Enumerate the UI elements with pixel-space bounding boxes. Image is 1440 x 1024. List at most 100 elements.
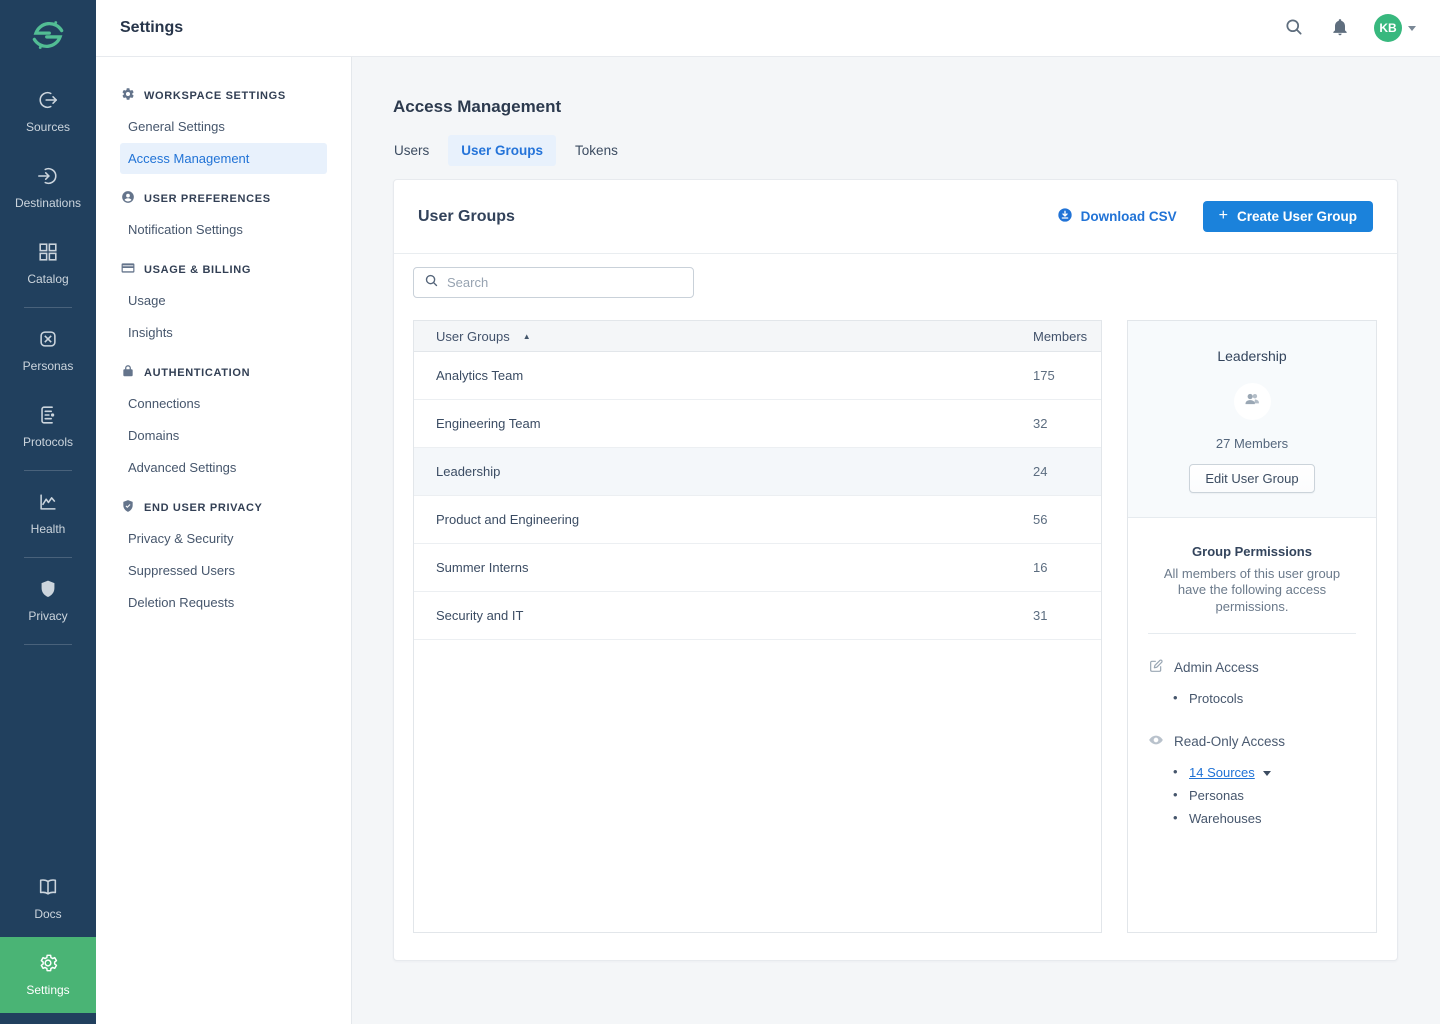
- nav-section-header: Authentication: [120, 364, 327, 387]
- group-detail-summary: Leadership: [1128, 321, 1376, 518]
- sidebar-bottom-pad: [0, 1013, 96, 1024]
- nav-item-notification-settings[interactable]: Notification Settings: [120, 214, 327, 245]
- table-row[interactable]: Engineering Team 32: [414, 400, 1101, 448]
- nav-section-title: Workspace Settings: [144, 90, 286, 102]
- members-count-cell: 31: [1029, 608, 1101, 623]
- notifications-button[interactable]: [1328, 15, 1352, 42]
- shield-icon: [121, 499, 135, 516]
- nav-item-access-management[interactable]: Access Management: [120, 143, 327, 174]
- settings-gear-icon: [37, 952, 59, 974]
- download-icon: [1057, 207, 1073, 226]
- edit-user-group-button[interactable]: Edit User Group: [1189, 464, 1314, 493]
- group-name-cell: Summer Interns: [414, 560, 1029, 575]
- nav-section-title: Authentication: [144, 367, 250, 379]
- table-row-selected[interactable]: Leadership 24: [414, 448, 1101, 496]
- members-count-cell: 16: [1029, 560, 1101, 575]
- nav-section-end-user-privacy: End User Privacy Privacy & Security Supp…: [120, 499, 327, 618]
- column-header-members: Members: [1029, 329, 1101, 344]
- permissions-description: All members of this user group have the …: [1148, 566, 1356, 615]
- table-row[interactable]: Analytics Team 175: [414, 352, 1101, 400]
- sidebar-divider: [24, 470, 72, 471]
- table-row[interactable]: Summer Interns 16: [414, 544, 1101, 592]
- nav-section-title: End User Privacy: [144, 502, 263, 514]
- nav-item-domains[interactable]: Domains: [120, 420, 327, 451]
- column-header-user-groups[interactable]: User Groups ▲: [414, 329, 1029, 344]
- eye-icon: [1148, 732, 1164, 751]
- sidebar-divider: [24, 644, 72, 645]
- account-menu[interactable]: KB: [1374, 14, 1416, 42]
- sidebar-item-personas[interactable]: Personas: [0, 313, 96, 389]
- nav-item-advanced-settings[interactable]: Advanced Settings: [120, 452, 327, 483]
- nav-section-authentication: Authentication Connections Domains Advan…: [120, 364, 327, 483]
- read-only-access-header: Read-Only Access: [1148, 732, 1356, 751]
- tab-tokens[interactable]: Tokens: [562, 135, 631, 166]
- nav-item-privacy-security[interactable]: Privacy & Security: [120, 523, 327, 554]
- members-count-cell: 56: [1029, 512, 1101, 527]
- sidebar-divider: [24, 307, 72, 308]
- search-icon: [1284, 17, 1304, 40]
- tab-users[interactable]: Users: [381, 135, 442, 166]
- content-row: Workspace Settings General Settings Acce…: [96, 57, 1440, 1024]
- app-window: Sources Destinations Catalog: [0, 0, 1440, 1024]
- sidebar-item-label: Docs: [34, 907, 61, 921]
- card-title: User Groups: [418, 208, 515, 226]
- members-count-cell: 175: [1029, 368, 1101, 383]
- search-box: [413, 267, 694, 298]
- segment-logo[interactable]: [0, 0, 96, 74]
- members-count-cell: 24: [1029, 464, 1101, 479]
- card-body: User Groups ▲ Members Analytics Team 175: [394, 254, 1397, 960]
- sidebar-divider: [24, 557, 72, 558]
- sidebar-item-health[interactable]: Health: [0, 476, 96, 552]
- sort-ascending-icon: ▲: [523, 332, 531, 341]
- avatar: KB: [1374, 14, 1402, 42]
- group-name-cell: Engineering Team: [414, 416, 1029, 431]
- table-row[interactable]: Product and Engineering 56: [414, 496, 1101, 544]
- group-name: Leadership: [1144, 348, 1360, 364]
- search-input[interactable]: [447, 275, 683, 290]
- search-button[interactable]: [1282, 15, 1306, 42]
- tab-user-groups[interactable]: User Groups: [448, 135, 556, 166]
- read-only-access-section: Read-Only Access 14 Sources Personas War…: [1148, 732, 1356, 830]
- sidebar-item-protocols[interactable]: Protocols: [0, 389, 96, 465]
- members-count-cell: 32: [1029, 416, 1101, 431]
- nav-section-header: User Preferences: [120, 190, 327, 213]
- gear-icon: [121, 87, 135, 104]
- permission-item: Protocols: [1173, 687, 1356, 710]
- divider: [1148, 633, 1356, 634]
- sidebar-item-privacy[interactable]: Privacy: [0, 563, 96, 639]
- permission-item: 14 Sources: [1173, 761, 1356, 784]
- nav-item-insights[interactable]: Insights: [120, 317, 327, 348]
- segment-logo-icon: [29, 16, 67, 59]
- sidebar-item-catalog[interactable]: Catalog: [0, 226, 96, 302]
- sidebar-item-sources[interactable]: Sources: [0, 74, 96, 150]
- permission-item: Warehouses: [1173, 807, 1356, 830]
- download-csv-button[interactable]: Download CSV: [1057, 207, 1177, 226]
- topbar-actions: KB: [1282, 14, 1416, 42]
- tab-bar: Users User Groups Tokens: [381, 135, 1398, 166]
- sidebar-item-settings[interactable]: Settings: [0, 937, 96, 1013]
- user-circle-icon: [121, 190, 135, 207]
- sidebar-item-destinations[interactable]: Destinations: [0, 150, 96, 226]
- protocols-icon: [37, 404, 59, 426]
- chevron-down-icon[interactable]: [1263, 771, 1271, 776]
- edit-square-icon: [1148, 658, 1164, 677]
- sources-count-link[interactable]: 14 Sources: [1189, 765, 1255, 780]
- group-avatar: [1234, 383, 1271, 420]
- column-header-label: User Groups: [436, 329, 510, 344]
- nav-item-connections[interactable]: Connections: [120, 388, 327, 419]
- nav-section-workspace-settings: Workspace Settings General Settings Acce…: [120, 87, 327, 174]
- create-user-group-button[interactable]: + Create User Group: [1203, 201, 1373, 232]
- admin-access-header: Admin Access: [1148, 658, 1356, 677]
- plus-icon: +: [1219, 208, 1228, 224]
- credit-card-icon: [121, 261, 135, 278]
- sources-icon: [37, 89, 59, 111]
- nav-item-deletion-requests[interactable]: Deletion Requests: [120, 587, 327, 618]
- card-actions: Download CSV + Create User Group: [1057, 201, 1373, 232]
- user-groups-card: User Groups Download: [393, 179, 1398, 961]
- nav-item-suppressed-users[interactable]: Suppressed Users: [120, 555, 327, 586]
- main-content: Access Management Users User Groups Toke…: [352, 57, 1440, 1024]
- table-row[interactable]: Security and IT 31: [414, 592, 1101, 640]
- nav-item-general-settings[interactable]: General Settings: [120, 111, 327, 142]
- nav-item-usage[interactable]: Usage: [120, 285, 327, 316]
- sidebar-item-docs[interactable]: Docs: [0, 861, 96, 937]
